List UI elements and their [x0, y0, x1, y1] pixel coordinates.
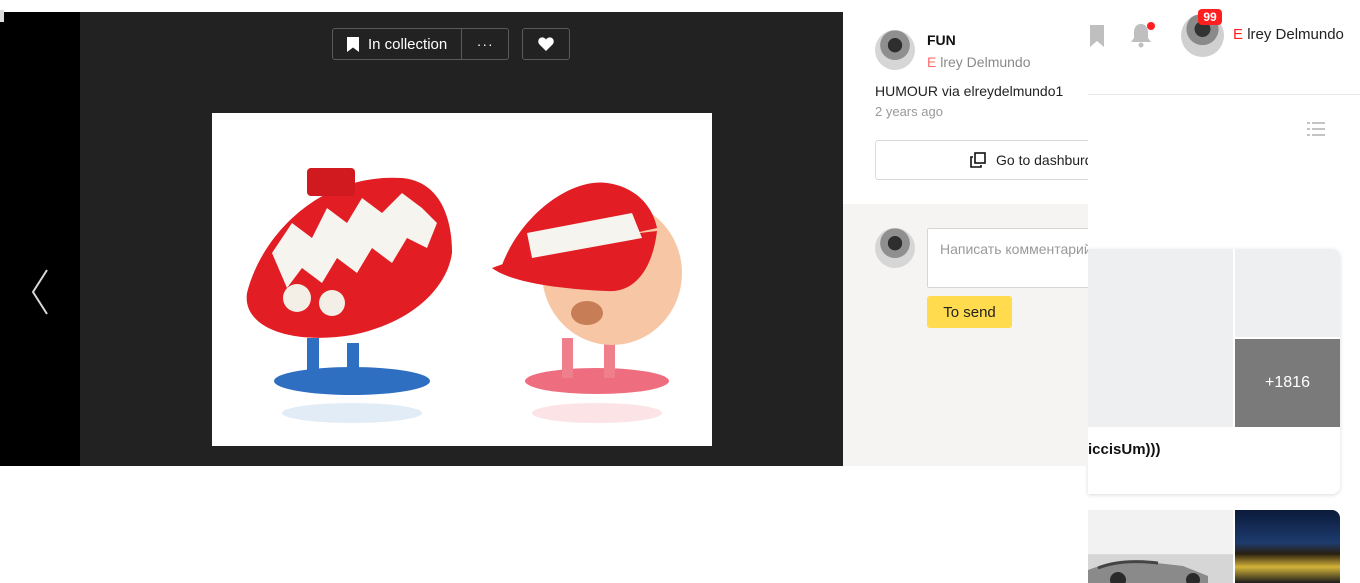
pin-photo[interactable]: [212, 113, 712, 446]
bookmark-icon: [347, 36, 359, 52]
commenter-avatar: [875, 228, 915, 268]
modal-backdrop[interactable]: [0, 12, 80, 466]
notification-dot: [1147, 22, 1155, 30]
collection-more-count: +1816: [1235, 339, 1340, 427]
wind-up-teeth-photo: [212, 113, 712, 446]
user-name[interactable]: E lrey Delmundo: [1233, 26, 1344, 43]
pin-description: HUMOUR via elreydelmundo1: [875, 83, 1064, 99]
go-to-dashboard-label: Go to dashburd: [996, 152, 1088, 168]
header-bookmark-icon[interactable]: [1088, 24, 1106, 48]
board-name[interactable]: FUN: [927, 32, 956, 48]
collection-thumbnail: [1235, 249, 1340, 337]
car-image: [1088, 560, 1208, 583]
collection-card[interactable]: +1816 iccisUm))): [1088, 249, 1340, 494]
comments-section: To send: [843, 204, 1088, 466]
comment-input[interactable]: [927, 228, 1088, 288]
screen: 99 E lrey Delmundo +1816 iccisUm))) In c: [0, 0, 1360, 583]
copy-icon: [970, 152, 986, 168]
author-name[interactable]: E lrey Delmundo: [927, 54, 1031, 70]
author-initial: E: [927, 54, 937, 70]
user-name-text: lrey Delmundo: [1247, 26, 1344, 43]
user-initial: E: [1233, 26, 1244, 43]
in-collection-button[interactable]: In collection: [333, 29, 463, 59]
send-comment-button[interactable]: To send: [927, 296, 1012, 328]
corner-glyph: [0, 10, 4, 22]
collection-thumbnail-city[interactable]: [1235, 510, 1340, 583]
heart-icon: [538, 37, 554, 51]
ellipsis-icon: ···: [476, 36, 494, 52]
more-options-button[interactable]: ···: [462, 29, 508, 59]
collection-thumbnail: [1088, 249, 1233, 427]
in-collection-label: In collection: [368, 35, 448, 53]
pin-timestamp: 2 years ago: [875, 104, 943, 119]
collection-title[interactable]: iccisUm))): [1088, 441, 1161, 458]
author-avatar[interactable]: [875, 30, 915, 70]
author-name-text: lrey Delmundo: [940, 54, 1031, 70]
notification-badge: 99: [1198, 9, 1222, 25]
chevron-left-icon[interactable]: [30, 268, 50, 316]
list-icon[interactable]: [1307, 122, 1325, 136]
like-button[interactable]: [522, 28, 570, 60]
pin-details-panel: FUN E lrey Delmundo HUMOUR via elreydelm…: [843, 12, 1088, 466]
go-to-dashboard-button[interactable]: Go to dashburd: [875, 140, 1088, 180]
viewer-toolbar: In collection ···: [332, 28, 510, 60]
collection-thumbnail-car[interactable]: [1088, 510, 1233, 583]
